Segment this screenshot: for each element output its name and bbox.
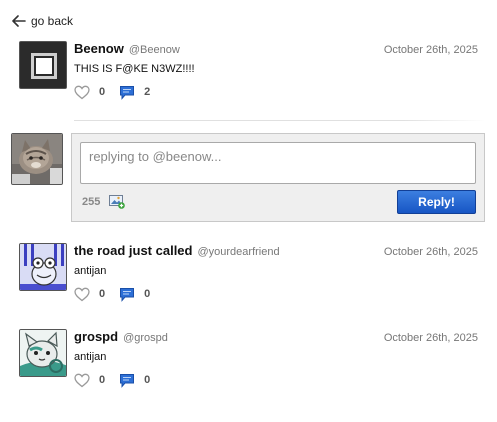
like-button[interactable]: 0 — [74, 373, 105, 388]
cat-photo-avatar — [12, 134, 62, 184]
image-upload-button[interactable] — [109, 194, 125, 209]
display-name[interactable]: grospd — [74, 329, 118, 344]
handle[interactable]: @yourdearfriend — [197, 246, 279, 258]
like-button[interactable]: 0 — [74, 85, 105, 100]
arrow-left-icon — [12, 15, 26, 27]
post-text: THIS IS F@KE N3WZ!!!! — [74, 63, 195, 75]
post-text: antijan — [74, 265, 107, 277]
current-user-avatar — [11, 133, 63, 185]
image-upload-icon — [109, 195, 125, 209]
reply-input[interactable] — [80, 142, 476, 184]
display-name[interactable]: Beenow — [74, 41, 124, 56]
divider — [74, 120, 486, 121]
reply-post: grospd @grospd October 26th, 2025 antija… — [19, 329, 478, 399]
post-date: October 26th, 2025 — [383, 44, 478, 56]
heart-icon — [74, 373, 90, 387]
cartoon-frog-avatar — [20, 244, 66, 290]
speech-bubble-icon — [120, 287, 135, 302]
speech-bubble-icon — [120, 373, 135, 388]
handle[interactable]: @Beenow — [129, 44, 180, 56]
char-count: 255 — [82, 196, 101, 208]
like-count: 0 — [99, 288, 106, 300]
speech-bubble-icon — [120, 85, 135, 100]
like-count: 0 — [99, 374, 106, 386]
heart-icon — [74, 85, 90, 99]
reply-count-button[interactable]: 2 — [119, 85, 150, 100]
reply-composer: 255 Reply! — [71, 133, 485, 222]
reply-count: 2 — [144, 86, 151, 98]
handle[interactable]: @grospd — [123, 332, 168, 344]
reply-count-button[interactable]: 0 — [119, 287, 150, 302]
go-back-label: go back — [31, 14, 74, 28]
reply-post: the road just called @yourdearfriend Oct… — [19, 243, 478, 313]
like-button[interactable]: 0 — [74, 287, 105, 302]
post-date: October 26th, 2025 — [383, 332, 478, 344]
avatar[interactable] — [19, 329, 67, 377]
post-date: October 26th, 2025 — [383, 246, 478, 258]
go-back-link[interactable]: go back — [12, 14, 73, 28]
like-count: 0 — [99, 86, 106, 98]
cartoon-cat-avatar — [20, 330, 66, 376]
avatar[interactable] — [19, 41, 67, 89]
heart-icon — [74, 287, 90, 301]
post-text: antijan — [74, 351, 107, 363]
main-post: Beenow @Beenow October 26th, 2025 THIS I… — [19, 41, 478, 111]
display-name[interactable]: the road just called — [74, 243, 192, 258]
square-logo-icon — [20, 42, 66, 88]
reply-count-button[interactable]: 0 — [119, 373, 150, 388]
reply-count: 0 — [144, 288, 151, 300]
avatar[interactable] — [19, 243, 67, 291]
reply-count: 0 — [144, 374, 151, 386]
reply-submit-button[interactable]: Reply! — [397, 190, 476, 214]
